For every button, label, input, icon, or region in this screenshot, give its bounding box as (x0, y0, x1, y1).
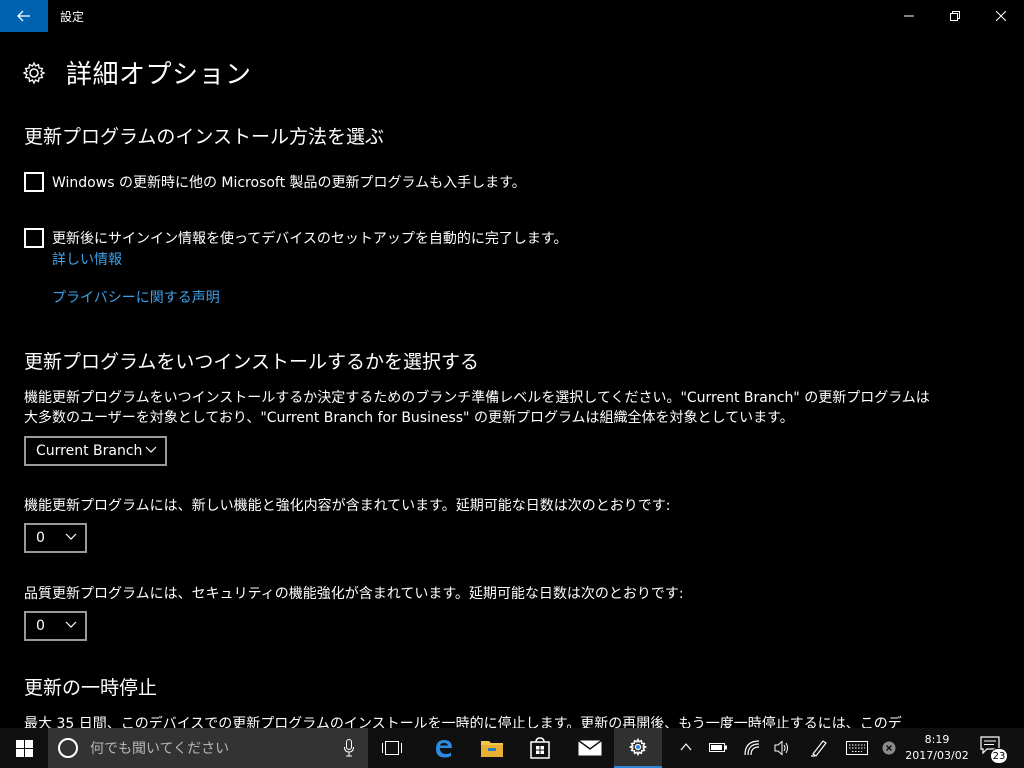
section-when-install-title: 更新プログラムをいつインストールするかを選択する (24, 351, 480, 373)
notification-count-badge: 23 (990, 748, 1008, 764)
section-pause-updates-title: 更新の一時停止 (24, 677, 158, 699)
other-products-label: Windows の更新時に他の Microsoft 製品の更新プログラムも入手し… (52, 175, 526, 191)
quality-updates-text: 品質更新プログラムには、セキュリティの機能強化が含まれています。延期可能な日数は… (24, 586, 684, 602)
settings-app-button[interactable] (614, 728, 662, 768)
mail-icon (578, 740, 602, 756)
pen-ink-icon[interactable] (810, 739, 828, 757)
branch-readiness-value: Current Branch (36, 443, 143, 459)
chevron-down-icon (145, 446, 157, 453)
auto-setup-checkbox-row[interactable]: 更新後にサインイン情報を使ってデバイスのセットアップを自動的に完了します。 (24, 228, 567, 248)
window-title: 設定 (60, 10, 85, 24)
close-button[interactable] (978, 0, 1024, 32)
close-icon (996, 11, 1006, 21)
pause-updates-description: 最大 35 日間、このデバイスでの更新プログラムのインストールを一時的に停止しま… (24, 716, 902, 728)
branch-description-line1: 機能更新プログラムをいつインストールするか決定するためのブランチ準備レベルを選択… (24, 390, 930, 406)
branch-readiness-dropdown[interactable]: Current Branch (24, 436, 167, 466)
edge-icon (436, 740, 452, 758)
privacy-statement-link[interactable]: プライバシーに関する声明 (52, 287, 220, 307)
settings-content: 詳細オプション 更新プログラムのインストール方法を選ぶ Windows の更新時… (0, 32, 1024, 728)
system-clock[interactable]: 8:19 2017/03/02 (904, 732, 970, 764)
other-products-checkbox[interactable] (24, 172, 44, 192)
quality-defer-days-dropdown[interactable]: 0 (24, 611, 87, 641)
minimize-icon (904, 15, 914, 17)
page-header: 詳細オプション (22, 54, 252, 91)
chevron-up-icon[interactable] (680, 743, 692, 751)
store-app-button[interactable] (516, 728, 564, 768)
file-explorer-button[interactable] (468, 728, 516, 768)
auto-setup-checkbox[interactable] (24, 228, 44, 248)
battery-icon[interactable] (709, 741, 727, 753)
chevron-down-icon (65, 621, 77, 628)
network-error-icon[interactable] (882, 741, 896, 755)
restore-button[interactable] (932, 0, 978, 32)
back-button[interactable] (0, 0, 48, 32)
restore-icon (950, 11, 960, 21)
auto-setup-label: 更新後にサインイン情報を使ってデバイスのセットアップを自動的に完了します。 (52, 231, 568, 247)
feature-updates-text: 機能更新プログラムには、新しい機能と強化内容が含まれています。延期可能な日数は次… (24, 498, 671, 514)
mail-app-button[interactable] (566, 728, 614, 768)
section-install-method-title: 更新プログラムのインストール方法を選ぶ (24, 126, 385, 148)
windows-logo-icon (15, 739, 33, 757)
volume-icon[interactable] (774, 740, 790, 756)
minimize-button[interactable] (886, 0, 932, 32)
quality-defer-days-value: 0 (36, 618, 45, 634)
start-button[interactable] (0, 728, 48, 768)
touch-keyboard-icon[interactable] (846, 741, 868, 755)
folder-icon (481, 741, 503, 757)
clock-date: 2017/03/02 (905, 749, 969, 762)
title-bar: 設定 (0, 0, 1024, 32)
back-arrow-icon (17, 10, 30, 22)
page-title: 詳細オプション (66, 60, 252, 90)
settings-gear-icon (629, 738, 647, 756)
chevron-down-icon (65, 533, 77, 540)
taskbar: 何でも聞いてください 8:19 2017/03/02 23 (0, 728, 1024, 768)
gear-icon (22, 61, 46, 84)
learn-more-link[interactable]: 詳しい情報 (52, 249, 122, 269)
feature-defer-days-value: 0 (36, 530, 45, 546)
edge-app-button[interactable] (420, 728, 468, 768)
cortana-search-box[interactable]: 何でも聞いてください (48, 728, 368, 768)
wifi-icon[interactable] (744, 740, 760, 756)
microphone-icon[interactable] (344, 739, 354, 757)
store-icon (530, 737, 550, 759)
feature-defer-days-dropdown[interactable]: 0 (24, 523, 87, 553)
branch-description-line2: 大多数のユーザーを対象としており、"Current Branch for Bus… (24, 410, 794, 426)
search-placeholder: 何でも聞いてください (90, 741, 230, 757)
cortana-icon (58, 738, 78, 758)
task-view-button[interactable] (368, 728, 416, 768)
clock-time: 8:19 (924, 733, 950, 746)
other-products-checkbox-row[interactable]: Windows の更新時に他の Microsoft 製品の更新プログラムも入手し… (24, 172, 526, 192)
task-view-icon (382, 741, 402, 755)
